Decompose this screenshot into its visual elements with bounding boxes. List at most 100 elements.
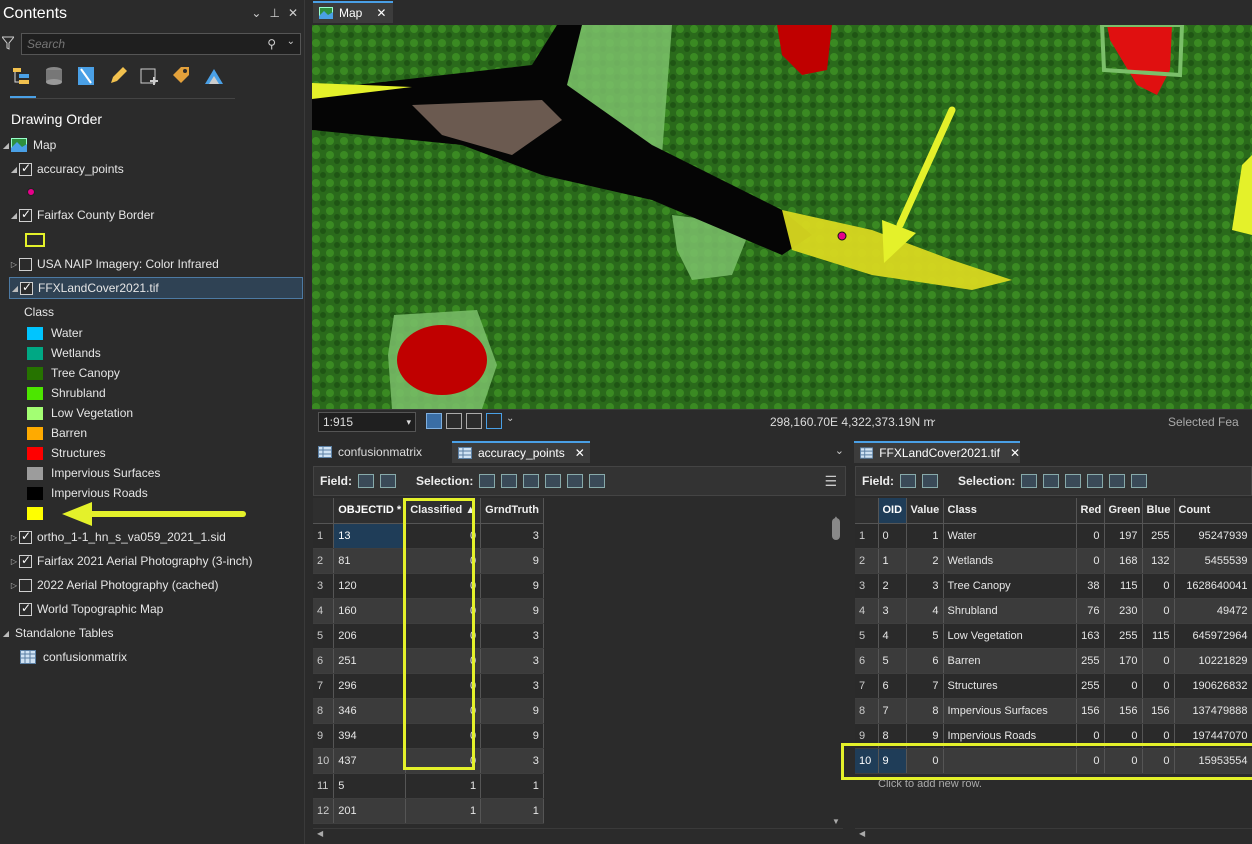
column-header[interactable]: Blue bbox=[1142, 498, 1175, 524]
search-box[interactable]: ⚲ ⌄ bbox=[21, 33, 301, 55]
menu-icon[interactable]: ☰ bbox=[824, 473, 837, 490]
cell-class[interactable]: Low Vegetation bbox=[943, 623, 1077, 649]
layer-visibility-checkbox[interactable] bbox=[19, 207, 32, 222]
close-icon[interactable]: ✕ bbox=[575, 446, 585, 460]
cell-green[interactable]: 230 bbox=[1104, 598, 1143, 624]
column-header[interactable]: OID bbox=[878, 498, 907, 524]
cell-value[interactable]: 9 bbox=[906, 723, 944, 749]
cell-objectid[interactable]: 120 bbox=[333, 573, 407, 599]
cell-grndtruth[interactable]: 3 bbox=[480, 648, 544, 674]
cell-grndtruth[interactable]: 3 bbox=[480, 623, 544, 649]
cell-green[interactable]: 0 bbox=[1104, 673, 1143, 699]
table-row[interactable]: 11 5 1 1 bbox=[313, 773, 544, 799]
table-row[interactable]: 5 206 0 3 bbox=[313, 623, 544, 649]
scroll-thumb[interactable] bbox=[832, 518, 840, 540]
cell-count[interactable]: 49472 bbox=[1174, 598, 1252, 624]
cell-classified[interactable]: 0 bbox=[405, 648, 482, 674]
cell-classified[interactable]: 0 bbox=[405, 698, 482, 724]
table-row[interactable]: 3 120 0 9 bbox=[313, 573, 544, 599]
column-header[interactable]: Value bbox=[906, 498, 944, 524]
layer-visibility-checkbox[interactable] bbox=[19, 161, 32, 176]
close-icon[interactable]: ✕ bbox=[376, 6, 386, 20]
collapse-icon[interactable]: ◢ bbox=[1, 141, 11, 150]
cell-objectid[interactable]: 394 bbox=[333, 723, 407, 749]
cell-count[interactable]: 137479888 bbox=[1174, 698, 1252, 724]
table-row[interactable]: 9 394 0 9 bbox=[313, 723, 544, 749]
tab-accuracy-points[interactable]: accuracy_points ✕ bbox=[452, 441, 590, 463]
cell-green[interactable]: 197 bbox=[1104, 523, 1143, 549]
tab-confusionmatrix[interactable]: confusionmatrix bbox=[312, 441, 448, 463]
layer-fairfax-2021-aerial[interactable]: ▷ Fairfax 2021 Aerial Photography (3-inc… bbox=[9, 550, 253, 572]
cell-count[interactable]: 10221829 bbox=[1174, 648, 1252, 674]
table-row[interactable]: 1 0 1 Water 0 197 255 95247939 bbox=[855, 523, 1252, 549]
table-row[interactable]: 9 8 9 Impervious Roads 0 0 0 197447070 bbox=[855, 723, 1252, 749]
collapse-icon[interactable]: ◢ bbox=[1, 629, 11, 638]
cell-class[interactable]: Barren bbox=[943, 648, 1077, 674]
cell-green[interactable]: 0 bbox=[1104, 723, 1143, 749]
cell-objectid[interactable]: 81 bbox=[333, 548, 407, 574]
cell-classified[interactable]: 1 bbox=[405, 773, 482, 799]
cell-grndtruth[interactable]: 9 bbox=[480, 698, 544, 724]
cell-value[interactable]: 1 bbox=[906, 523, 944, 549]
cell-classified[interactable]: 0 bbox=[405, 623, 482, 649]
cell-green[interactable]: 170 bbox=[1104, 648, 1143, 674]
cell-count[interactable]: 645972964 bbox=[1174, 623, 1252, 649]
cell-oid[interactable]: 3 bbox=[878, 598, 907, 624]
column-header[interactable]: Classified ▲ bbox=[405, 498, 482, 524]
cell-count[interactable]: 190626832 bbox=[1174, 673, 1252, 699]
search-input[interactable] bbox=[22, 34, 242, 54]
cell-green[interactable]: 156 bbox=[1104, 698, 1143, 724]
cell-blue[interactable]: 0 bbox=[1142, 673, 1175, 699]
cell-objectid[interactable]: 437 bbox=[333, 748, 407, 774]
cell-objectid[interactable]: 13 bbox=[333, 523, 407, 549]
scroll-left-icon[interactable]: ◀ bbox=[859, 829, 865, 838]
horizontal-scrollbar[interactable]: ◀ bbox=[313, 828, 843, 842]
cell-value[interactable]: 8 bbox=[906, 698, 944, 724]
grid-icon[interactable] bbox=[446, 413, 462, 429]
add-new-row-hint[interactable]: Click to add new row. bbox=[878, 778, 982, 790]
table-row[interactable]: 10 9 0 0 0 0 15953554 bbox=[855, 748, 1252, 774]
column-header[interactable]: Count bbox=[1174, 498, 1252, 524]
table-row[interactable]: 10 437 0 3 bbox=[313, 748, 544, 774]
table-row[interactable]: 7 6 7 Structures 255 0 0 190626832 bbox=[855, 673, 1252, 699]
cell-oid[interactable]: 7 bbox=[878, 698, 907, 724]
cell-green[interactable]: 0 bbox=[1104, 748, 1143, 774]
list-by-perspective-imagery-icon[interactable] bbox=[202, 64, 226, 88]
cell-grndtruth[interactable]: 1 bbox=[480, 798, 544, 824]
cell-value[interactable]: 2 bbox=[906, 548, 944, 574]
cell-classified[interactable]: 0 bbox=[405, 723, 482, 749]
cell-classified[interactable]: 0 bbox=[405, 748, 482, 774]
cell-red[interactable]: 255 bbox=[1076, 648, 1105, 674]
cell-value[interactable]: 4 bbox=[906, 598, 944, 624]
copy-selection-icon[interactable] bbox=[1131, 474, 1148, 488]
expand-icon[interactable]: ▷ bbox=[9, 533, 19, 542]
cell-oid[interactable]: 9 bbox=[878, 748, 907, 774]
sort-ascending-icon[interactable]: ▲ bbox=[465, 504, 476, 516]
close-icon[interactable]: ✕ bbox=[288, 6, 298, 20]
layer-visibility-checkbox[interactable] bbox=[19, 553, 32, 568]
cell-class[interactable]: Impervious Roads bbox=[943, 723, 1077, 749]
vertical-scrollbar[interactable]: ▲ ▼ bbox=[830, 514, 842, 826]
cell-classified[interactable]: 0 bbox=[405, 548, 482, 574]
collapse-icon[interactable]: ◢ bbox=[9, 165, 19, 174]
chevron-down-icon[interactable]: ⌄ bbox=[287, 36, 295, 47]
calculate-field-icon[interactable] bbox=[380, 474, 396, 488]
cell-green[interactable]: 115 bbox=[1104, 573, 1143, 599]
layer-accuracy-points[interactable]: ◢ accuracy_points bbox=[9, 158, 124, 180]
cell-blue[interactable]: 0 bbox=[1142, 573, 1175, 599]
cell-count[interactable]: 197447070 bbox=[1174, 723, 1252, 749]
table-row[interactable]: 8 7 8 Impervious Surfaces 156 156 156 137479888 bbox=[855, 698, 1252, 724]
cell-count[interactable]: 5455539 bbox=[1174, 548, 1252, 574]
scale-selector[interactable]: 1:915 ▾ bbox=[318, 412, 416, 432]
cell-classified[interactable]: 0 bbox=[405, 598, 482, 624]
switch-selection-icon[interactable] bbox=[1065, 474, 1082, 488]
chevron-down-icon[interactable]: ⌄ bbox=[835, 444, 844, 457]
layer-visibility-checkbox[interactable] bbox=[19, 578, 32, 592]
calculate-field-icon[interactable] bbox=[922, 474, 938, 488]
table-row[interactable]: 6 251 0 3 bbox=[313, 648, 544, 674]
list-by-drawing-order-icon[interactable] bbox=[10, 64, 34, 88]
column-header[interactable]: Green bbox=[1104, 498, 1143, 524]
delete-selection-icon[interactable] bbox=[1109, 474, 1126, 488]
table-row[interactable]: 7 296 0 3 bbox=[313, 673, 544, 699]
pin-icon[interactable]: ⊥ bbox=[269, 6, 279, 20]
